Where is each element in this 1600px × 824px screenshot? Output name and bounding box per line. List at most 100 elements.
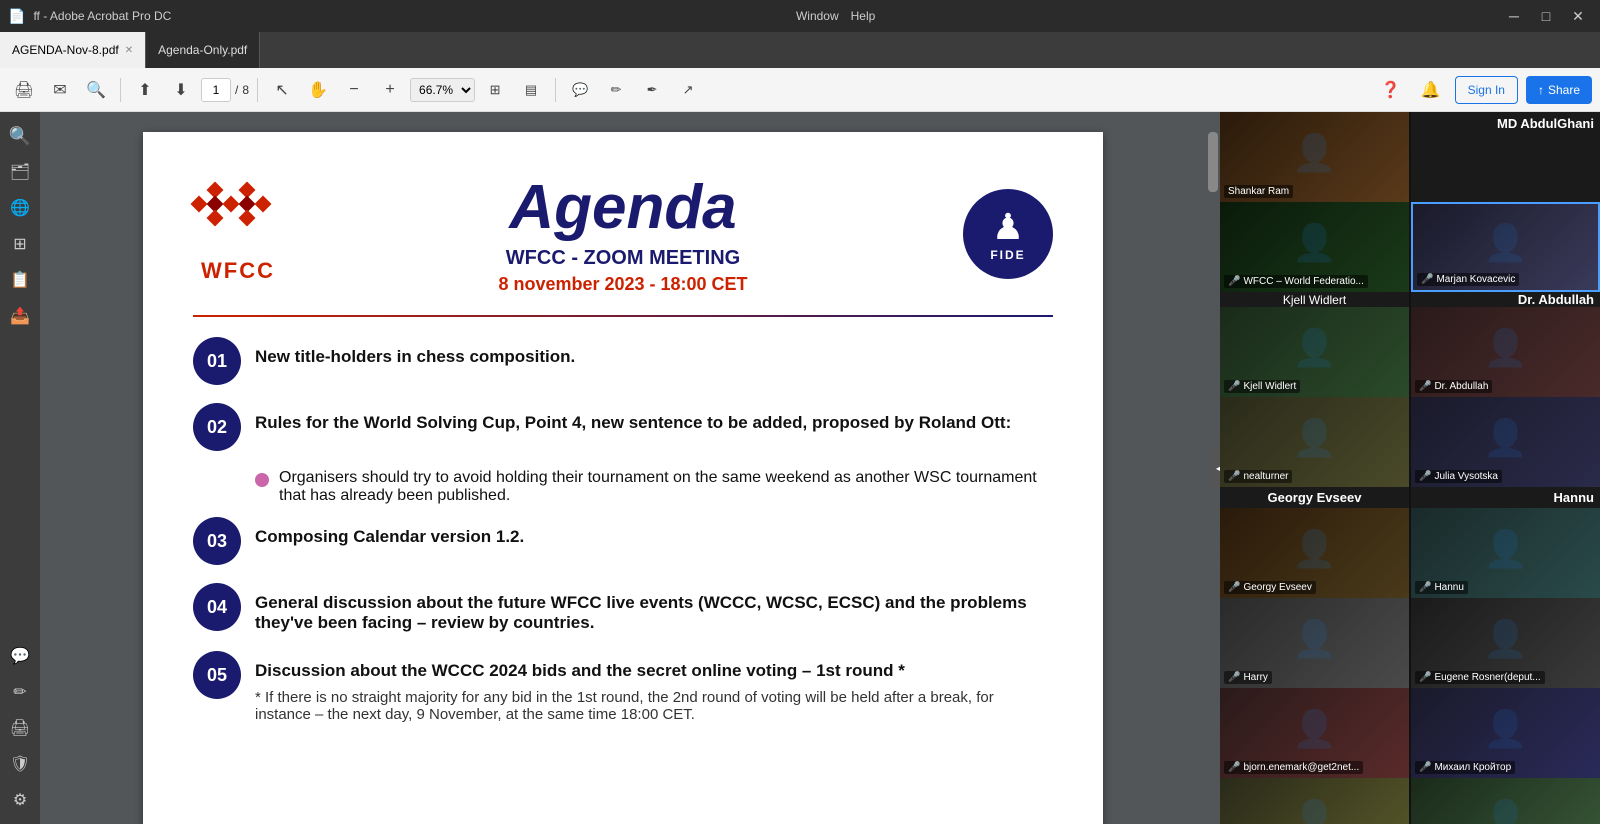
- pen-button[interactable]: ✏: [600, 74, 632, 106]
- neal-name: nealturner: [1243, 471, 1288, 482]
- tab-close-0[interactable]: ✕: [125, 45, 133, 56]
- layout-tool-button[interactable]: ⊞: [4, 228, 36, 260]
- zoom-select[interactable]: 66.7%: [410, 78, 475, 102]
- video-cell-wfcc: 👤 🎤 WFCC – World Federatio...: [1220, 202, 1409, 292]
- close-button[interactable]: ✕: [1564, 6, 1592, 26]
- person-icon-shankar: 👤: [1292, 132, 1337, 174]
- video-label-mikhail: 🎤 Михаил Кройтор: [1415, 761, 1515, 774]
- mic-muted-julia: 🎤: [1419, 471, 1431, 482]
- search-button[interactable]: 🔍: [80, 74, 112, 106]
- cursor-tool-button[interactable]: ↖: [266, 74, 298, 106]
- item-number-02: 02: [193, 403, 241, 451]
- bjorn-name: bjorn.enemark@get2net...: [1243, 762, 1359, 773]
- mic-icon-marjan: 🎤: [1421, 274, 1433, 285]
- video-label-hannu: 🎤 Hannu: [1415, 581, 1468, 594]
- mic-icon-wfcc: 🎤: [1228, 276, 1240, 287]
- item-content-01: New title-holders in chess composition.: [255, 337, 1053, 367]
- agenda-title-block: Agenda WFCC - ZOOM MEETING 8 november 20…: [283, 172, 963, 295]
- redact-button[interactable]: 📋: [4, 264, 36, 296]
- georgy-name: Georgy Evseev: [1243, 582, 1311, 593]
- video-cell-georgy: 👤 🎤 Georgy Evseev: [1220, 508, 1409, 598]
- abdullah-name: Dr. Abdullah: [1434, 381, 1488, 392]
- toolbar: 🖨 ✉ 🔍 ⬆ ⬇ / 8 ↖ ✋ − + 66.7% ⊞ ▤ 💬 ✏ ✒ ↗ …: [0, 68, 1600, 112]
- layout-button[interactable]: ▤: [515, 74, 547, 106]
- menu-help[interactable]: Help: [851, 9, 876, 23]
- page-number-input[interactable]: [201, 78, 231, 102]
- person-icon-mikhail: 👤: [1483, 708, 1528, 750]
- hannu-name: Hannu: [1434, 582, 1463, 593]
- item-content-04: General discussion about the future WFCC…: [255, 583, 1053, 633]
- video-cell-kjell: 👤 🎤 Kjell Widlert: [1220, 307, 1409, 397]
- pdf-scroll-area[interactable]: WFCC Agenda WFCC - ZOOM MEETING 8 novemb…: [40, 112, 1206, 824]
- item-text-05: Discussion about the WCCC 2024 bids and …: [255, 661, 905, 680]
- abdullah-section-header: Dr. Abdullah: [1411, 292, 1600, 307]
- comment-button[interactable]: 💬: [564, 74, 596, 106]
- person-icon-abdullah: 👤: [1483, 327, 1528, 369]
- zoom-tool-button[interactable]: 🔍: [4, 120, 36, 152]
- video-cell-abdullah: 👤 🎤 Dr. Abdullah: [1411, 307, 1600, 397]
- share-label: Share: [1548, 83, 1580, 97]
- comment-side-button[interactable]: 💬: [4, 640, 36, 672]
- print-button[interactable]: 🖨: [8, 74, 40, 106]
- sign-in-button[interactable]: Sign In: [1455, 76, 1518, 104]
- fit-page-button[interactable]: ⊞: [479, 74, 511, 106]
- app-title: ff - Adobe Acrobat Pro DC: [33, 9, 171, 23]
- video-cell-harry: 👤 🎤 Harry: [1220, 598, 1409, 688]
- settings-side-button[interactable]: ⚙: [4, 784, 36, 816]
- agenda-date: 8 november 2023 - 18:00 CET: [283, 274, 963, 295]
- item-text-04: General discussion about the future WFCC…: [255, 593, 1027, 632]
- kjell-section-header: Kjell Widlert: [1220, 292, 1409, 307]
- collapse-panel-button[interactable]: ◀: [1212, 448, 1220, 488]
- person-icon-kjell: 👤: [1292, 327, 1337, 369]
- video-label-georgy: 🎤 Georgy Evseev: [1224, 581, 1316, 594]
- highlight-button[interactable]: ✏: [4, 676, 36, 708]
- mic-muted-abdullah: 🎤: [1419, 381, 1431, 392]
- print-side-button[interactable]: 🖨: [4, 712, 36, 744]
- zoom-out-button[interactable]: −: [338, 74, 370, 106]
- email-button[interactable]: ✉: [44, 74, 76, 106]
- video-label-abdullah: 🎤 Dr. Abdullah: [1415, 380, 1492, 393]
- draw-button[interactable]: ✒: [636, 74, 668, 106]
- separator-3: [555, 78, 556, 102]
- video-cell-eugene: 👤 🎤 Eugene Rosner(deput...: [1411, 598, 1600, 688]
- video-cell-neal: 👤 🎤 nealturner: [1220, 397, 1409, 487]
- tab-agenda-nov8[interactable]: AGENDA-Nov-8.pdf ✕: [0, 32, 146, 68]
- video-row-5: 👤 🎤 nealturner 👤 🎤 Julia Vysotska: [1220, 397, 1600, 487]
- video-label-wfcc: 🎤 WFCC – World Federatio...: [1224, 275, 1368, 288]
- tab-label-1: Agenda-Only.pdf: [158, 43, 247, 57]
- next-page-button[interactable]: ⬇: [165, 74, 197, 106]
- prev-page-button[interactable]: ⬆: [129, 74, 161, 106]
- video-cell-brian: 👤 🎤 Brian Cook: [1220, 778, 1409, 824]
- thumbnail-button[interactable]: 🗂: [4, 156, 36, 188]
- mic-muted-hannu: 🎤: [1419, 582, 1431, 593]
- agenda-subtitle: WFCC - ZOOM MEETING: [283, 247, 963, 270]
- video-row-4: 👤 🎤 Kjell Widlert 👤 🎤 Dr. Abdullah: [1220, 307, 1600, 397]
- georgy-header-cell: Georgy Evseev: [1220, 487, 1409, 508]
- agenda-item-01: 01 New title-holders in chess compositio…: [193, 337, 1053, 385]
- translate-button[interactable]: 🌐: [4, 192, 36, 224]
- send-button[interactable]: ↗: [672, 74, 704, 106]
- item-text-01: New title-holders in chess composition.: [255, 347, 575, 366]
- export-button[interactable]: 📤: [4, 300, 36, 332]
- kjell-section-label: Kjell Widlert: [1283, 293, 1346, 307]
- separator-2: [257, 78, 258, 102]
- bullet-text-02: Organisers should try to avoid holding t…: [279, 469, 1053, 505]
- shield-button[interactable]: 🛡: [4, 748, 36, 780]
- tab-agenda-only[interactable]: Agenda-Only.pdf: [146, 32, 260, 68]
- hand-tool-button[interactable]: ✋: [302, 74, 334, 106]
- agenda-heading: Agenda: [283, 172, 963, 243]
- video-label-harry: 🎤 Harry: [1224, 671, 1272, 684]
- item-content-05: Discussion about the WCCC 2024 bids and …: [255, 651, 1053, 723]
- menu-window[interactable]: Window: [796, 9, 839, 23]
- notification-button[interactable]: 🔔: [1415, 74, 1447, 106]
- toolbar-right: ❓ 🔔 Sign In ↑ Share: [1375, 74, 1592, 106]
- minimize-button[interactable]: ─: [1500, 6, 1528, 26]
- mikhail-name: Михаил Кройтор: [1434, 762, 1511, 773]
- help-button[interactable]: ❓: [1375, 74, 1407, 106]
- person-icon-georgy: 👤: [1292, 528, 1337, 570]
- maximize-button[interactable]: □: [1532, 6, 1560, 26]
- mic-icon-georgy: 🎤: [1228, 582, 1240, 593]
- person-icon-afek: 👤: [1483, 798, 1528, 824]
- zoom-in-button[interactable]: +: [374, 74, 406, 106]
- share-button[interactable]: ↑ Share: [1526, 76, 1592, 104]
